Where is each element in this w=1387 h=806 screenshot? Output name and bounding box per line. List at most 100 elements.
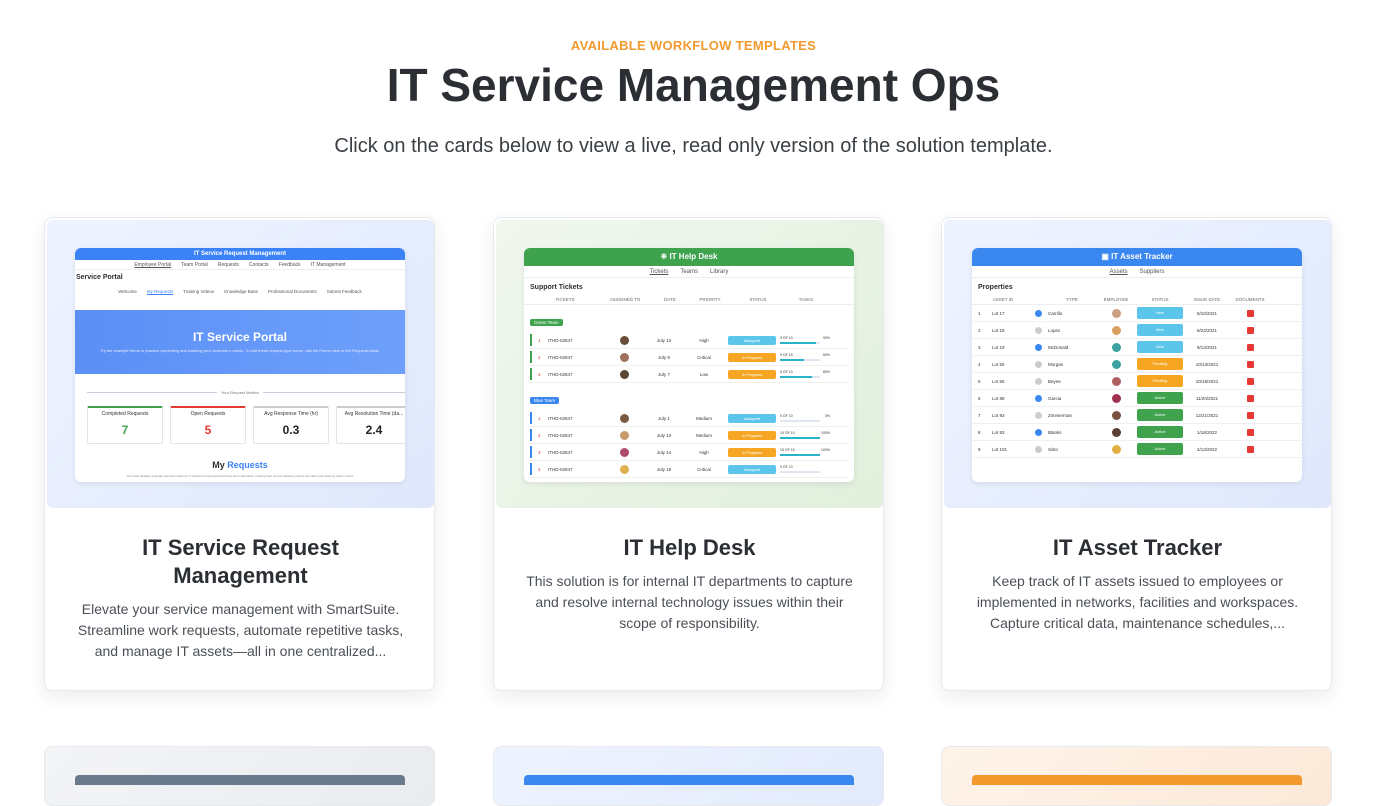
preview-ticket-date: July 9 <box>658 354 670 360</box>
preview-row-num: 6 <box>978 395 981 401</box>
preview-nav-item: My Requests <box>146 289 174 294</box>
preview-task-progress: 8 OF 10 80% <box>780 370 830 378</box>
status-badge: In Progress <box>728 352 776 362</box>
progress-bar <box>780 420 820 422</box>
preview-avatar-cell <box>604 369 644 379</box>
template-card-help-desk[interactable]: ❈ IT Help Desk Tickets Teams Library Suppo… <box>493 217 884 691</box>
preview-flag-cell <box>1028 326 1048 334</box>
card-body: IT Asset Tracker Keep track of IT assets… <box>942 518 1331 634</box>
avatar <box>1111 427 1121 437</box>
preview-status-cell: Active <box>1136 409 1184 421</box>
preview-flag-cell <box>1028 411 1048 419</box>
template-card-service-request[interactable]: IT Service Request Management Employee P… <box>44 217 435 691</box>
preview-app-bar: ▣ IT Asset Tracker <box>972 248 1302 266</box>
preview-task-count: 8 OF 10 <box>780 370 793 374</box>
preview-tab: Suppliers <box>1139 269 1165 275</box>
preview-ticket-date: July 7 <box>658 371 670 377</box>
preview-avatar-cell <box>1096 444 1136 454</box>
preview-task-pct: 90% <box>822 336 830 340</box>
preview-asset-row: 7 Lot 93 Zimmerman Active 12/21/2021 <box>972 407 1302 424</box>
status-badge: New <box>1137 324 1183 336</box>
avatar <box>619 430 629 440</box>
preview-nav-item: Submit Feedback <box>326 289 362 294</box>
preview-asset-type: Sisto <box>1048 446 1059 452</box>
preview-asset-id: Lot 55 <box>992 361 1005 367</box>
preview-asset-id: Lot 19 <box>992 344 1005 350</box>
preview-nav-item: Welcome <box>118 289 137 294</box>
preview-asset-row: 9 Lot 101 Sisto Active 2/13/2022 <box>972 441 1302 458</box>
progress-bar <box>780 471 820 473</box>
avatar <box>619 413 629 423</box>
preview-task-labels: 15 OF 15 100% <box>780 448 830 452</box>
preview-doc-cell <box>1230 343 1270 351</box>
preview-issue-date: 2/13/2022 <box>1196 446 1218 452</box>
preview-column-header: TYPE <box>1066 297 1078 302</box>
progress-fill <box>780 437 820 439</box>
chat-icon <box>1034 309 1042 317</box>
preview-row-edge <box>530 334 532 346</box>
preview-stat-value: 0.3 <box>282 423 300 437</box>
preview-flag-cell <box>1028 343 1048 351</box>
preview-asset-id: Lot 88 <box>992 395 1005 401</box>
preview-ticket-id: ITHD-02847 <box>548 415 573 421</box>
preview-app-bar <box>524 775 854 785</box>
avatar <box>619 352 629 362</box>
card-title[interactable]: IT Asset Tracker <box>970 534 1305 562</box>
preview-task-labels: 10 OF 10 100% <box>780 431 830 435</box>
card-title[interactable]: IT Service Request Management <box>73 534 408 590</box>
pdf-icon <box>1246 411 1254 419</box>
avatar <box>1111 325 1121 335</box>
preview-issue-date: 1/18/2022 <box>1196 429 1218 435</box>
card-description: Elevate your service management with Sma… <box>77 601 404 659</box>
preview-stat-card: Avg Response Time (hr) 0.3 <box>253 406 329 444</box>
progress-fill <box>780 376 812 378</box>
preview-task-labels: 9 OF 10 90% <box>780 336 830 340</box>
template-card-next-2[interactable] <box>493 746 884 806</box>
preview-status-cell: Assigned <box>724 413 780 423</box>
preview-row-num: 5 <box>978 378 981 384</box>
section-eyebrow: AVAILABLE WORKFLOW TEMPLATES <box>570 38 817 53</box>
preview-doc-cell <box>1230 377 1270 385</box>
preview-tab: Library <box>710 269 729 275</box>
status-badge: New <box>1137 341 1183 353</box>
template-card-asset-tracker[interactable]: ▣ IT Asset Tracker Assets Suppliers Prope… <box>941 217 1332 691</box>
card-body: IT Help Desk This solution is for intern… <box>494 518 883 634</box>
preview-section-title: Support Tickets <box>530 284 583 291</box>
preview-ticket-priority: Medium <box>695 415 712 421</box>
preview-ticket-priority: Critical <box>697 466 711 472</box>
pdf-icon <box>1246 309 1254 317</box>
preview-status-cell: In Progress <box>724 352 780 362</box>
preview-column-header: PRIORITY <box>699 297 721 302</box>
status-badge: Active <box>1137 443 1183 455</box>
preview-stat-value: 2.4 <box>365 423 383 437</box>
preview-screen: IT Service Request Management Employee P… <box>75 248 405 482</box>
preview-column-header <box>1028 297 1048 302</box>
preview-issue-date: 11/20/2021 <box>1195 395 1219 401</box>
preview-ticket-id: ITHD-02847 <box>548 337 573 343</box>
preview-avatar-cell <box>604 430 644 440</box>
preview-doc-cell <box>1230 445 1270 453</box>
preview-stat-value: 5 <box>204 423 212 437</box>
status-badge: Assigned <box>728 413 776 423</box>
preview-asset-type: Blanks <box>1048 429 1062 435</box>
preview-asset-id: Lot 93 <box>992 429 1005 435</box>
preview-avatar-cell <box>1096 325 1136 335</box>
preview-row-num: 2 <box>538 432 541 438</box>
preview-row-num: 3 <box>978 344 981 350</box>
template-card-next-1[interactable] <box>44 746 435 806</box>
preview-row-edge <box>530 351 532 363</box>
preview-metrics-label-text: Your Request Metrics <box>216 390 264 395</box>
preview-asset-id: Lot 17 <box>992 310 1005 316</box>
template-card-next-3[interactable] <box>941 746 1332 806</box>
card-preview-image: ❈ IT Help Desk Tickets Teams Library Suppo… <box>496 220 883 508</box>
preview-issue-date: 9/13/2021 <box>1196 344 1218 350</box>
preview-column-header: ASSIGNED TO <box>609 297 641 302</box>
preview-avatar-cell <box>1096 342 1136 352</box>
chat-icon <box>1034 377 1042 385</box>
preview-nav-item: Professional Documents <box>267 289 317 294</box>
card-title[interactable]: IT Help Desk <box>522 534 857 562</box>
preview-task-progress: 9 OF 10 90% <box>780 336 830 344</box>
preview-tab: Requests <box>217 262 239 268</box>
preview-task-labels: 8 OF 10 80% <box>780 370 830 374</box>
preview-status-cell: New <box>1136 307 1184 319</box>
